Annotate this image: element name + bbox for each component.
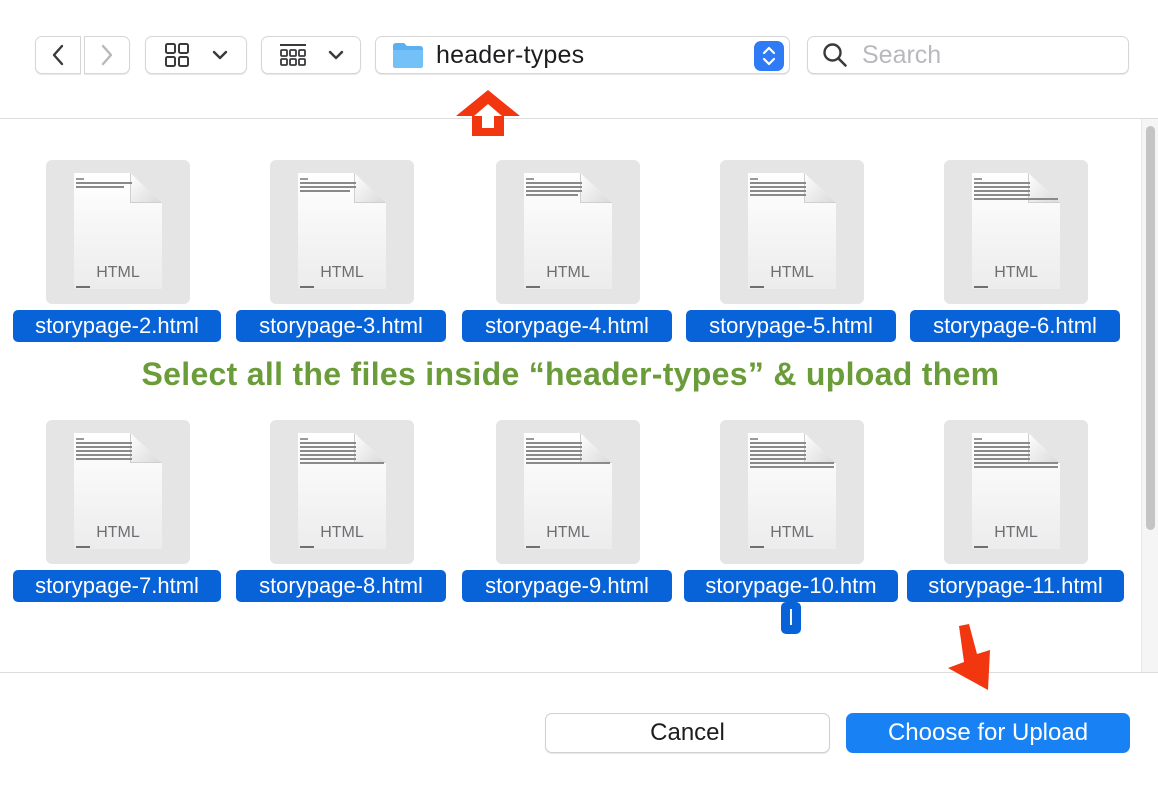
search-field[interactable]: Search [807, 36, 1129, 74]
preview-footer-line [76, 286, 90, 288]
preview-footer-line [526, 286, 540, 288]
instruction-text: Select all the files inside “header-type… [141, 356, 1000, 392]
file-name-label[interactable]: storypage-2.html [13, 310, 221, 342]
choose-for-upload-button[interactable]: Choose for Upload [846, 713, 1130, 753]
chevron-right-icon [101, 44, 113, 66]
preview-lines [974, 178, 1058, 202]
preview-footer-line [750, 546, 764, 548]
view-mode-icons-button[interactable] [145, 36, 247, 74]
page-fold [804, 173, 836, 203]
file-thumbnail[interactable]: HTML [720, 160, 864, 304]
file-type-label: HTML [994, 264, 1038, 281]
file-name-label[interactable]: storypage-7.html [13, 570, 221, 602]
scrollbar-thumb[interactable] [1146, 126, 1155, 530]
search-placeholder: Search [862, 40, 942, 69]
preview-footer-line [750, 286, 764, 288]
back-button[interactable] [35, 36, 81, 74]
preview-lines [526, 178, 582, 198]
preview-footer-line [974, 546, 988, 548]
file-thumbnail[interactable]: HTML [944, 160, 1088, 304]
chevron-left-icon [52, 44, 64, 66]
file-type-label: HTML [320, 264, 364, 281]
file-thumbnail[interactable]: HTML [720, 420, 864, 564]
file-name-label-continuation[interactable]: l [781, 602, 801, 634]
up-down-chevron-icon [762, 46, 776, 66]
preview-lines [300, 178, 356, 194]
folder-icon [393, 43, 423, 68]
file-name-label[interactable]: storypage-5.html [686, 310, 896, 342]
file-name-label[interactable]: storypage-6.html [910, 310, 1120, 342]
location-stepper[interactable] [754, 41, 784, 71]
file-type-label: HTML [96, 264, 140, 281]
preview-lines [974, 438, 1058, 470]
down-arrow-icon [948, 624, 990, 690]
group-by-button[interactable] [261, 36, 361, 74]
preview-lines [300, 438, 384, 466]
location-label: header-types [436, 40, 585, 69]
preview-footer-line [300, 286, 314, 288]
file-type-label: HTML [320, 524, 364, 541]
preview-lines [526, 438, 610, 466]
file-name-label[interactable]: storypage-8.html [236, 570, 446, 602]
preview-footer-line [526, 546, 540, 548]
chevron-down-icon [328, 50, 344, 60]
file-name-label[interactable]: storypage-10.htm [684, 570, 898, 602]
file-type-label: HTML [770, 264, 814, 281]
file-thumbnail[interactable]: HTML [496, 420, 640, 564]
file-thumbnail[interactable]: HTML [496, 160, 640, 304]
toolbar: header-types Search [0, 0, 1158, 118]
forward-button[interactable] [84, 36, 130, 74]
file-thumbnail[interactable]: HTML [944, 420, 1088, 564]
chevron-down-icon [212, 50, 228, 60]
file-type-label: HTML [96, 524, 140, 541]
file-type-label: HTML [546, 524, 590, 541]
page-fold [580, 173, 612, 203]
search-icon [823, 43, 847, 67]
preview-footer-line [300, 546, 314, 548]
preview-footer-line [76, 546, 90, 548]
cancel-button[interactable]: Cancel [545, 713, 830, 753]
preview-lines [750, 438, 834, 470]
file-thumbnail[interactable]: HTML [270, 420, 414, 564]
file-thumbnail[interactable]: HTML [270, 160, 414, 304]
preview-lines [750, 178, 806, 198]
file-type-label: HTML [770, 524, 814, 541]
up-arrow-icon [456, 90, 520, 136]
file-type-label: HTML [546, 264, 590, 281]
preview-footer-line [974, 286, 988, 288]
file-thumbnail[interactable]: HTML [46, 160, 190, 304]
preview-lines [76, 178, 132, 190]
page-fold [354, 173, 386, 203]
file-name-label[interactable]: storypage-11.html [907, 570, 1124, 602]
file-name-label[interactable]: storypage-4.html [462, 310, 672, 342]
file-name-label[interactable]: storypage-3.html [236, 310, 446, 342]
gallery-view-icon [280, 44, 306, 66]
preview-lines [76, 438, 132, 462]
location-popup[interactable]: header-types [375, 36, 790, 74]
grid-view-icon [165, 43, 189, 67]
file-name-label[interactable]: storypage-9.html [462, 570, 672, 602]
file-type-label: HTML [994, 524, 1038, 541]
file-thumbnail[interactable]: HTML [46, 420, 190, 564]
